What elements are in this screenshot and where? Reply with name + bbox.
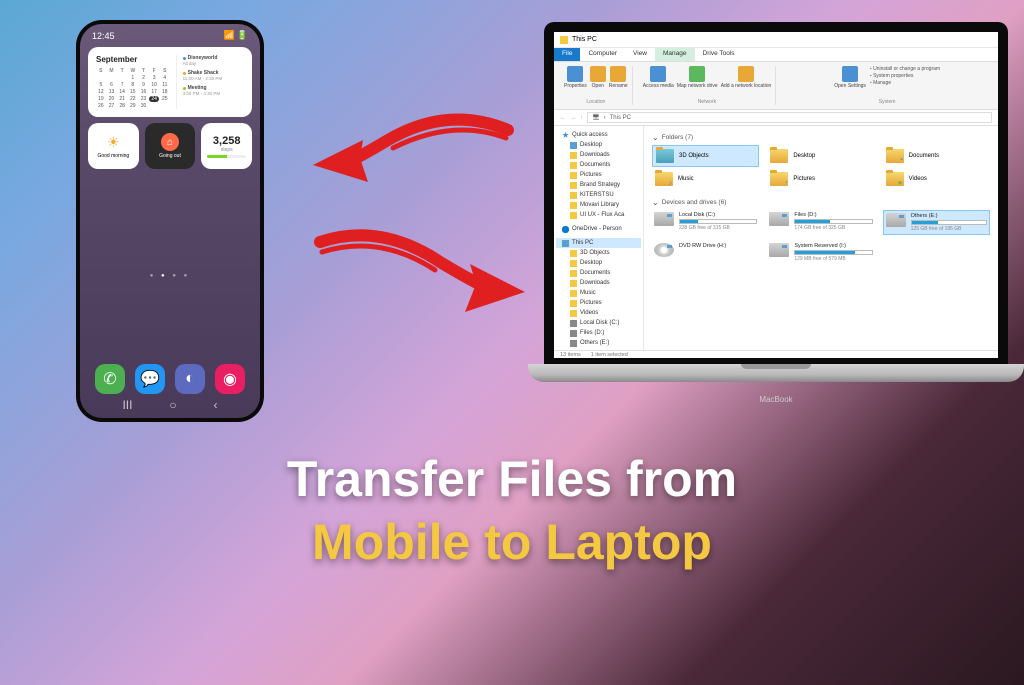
- calendar-grid: SMTWTFS 1234 567891011 12131415161718 19…: [96, 68, 170, 109]
- open-settings-button[interactable]: Open Settings: [834, 66, 866, 89]
- properties-button[interactable]: Properties: [564, 66, 587, 89]
- sidebar-documents[interactable]: Documents: [556, 160, 641, 170]
- sidebar-kiterstsu[interactable]: KITERSTSU: [556, 190, 641, 200]
- nav-forward-icon[interactable]: →: [570, 115, 576, 121]
- sidebar-3d-objects[interactable]: 3D Objects: [556, 248, 641, 258]
- transfer-arrow-left: [308, 110, 528, 200]
- steps-progress: [207, 155, 246, 158]
- window-titlebar: This PC: [554, 32, 998, 48]
- going-out-widget[interactable]: ⌂ Going out: [145, 123, 196, 169]
- ribbon-toolbar: Properties Open Rename Location Access m…: [554, 62, 998, 110]
- status-time: 12:45: [92, 31, 115, 41]
- headline-line1: Transfer Files from: [0, 448, 1024, 511]
- map-drive-button[interactable]: Map network drive: [677, 66, 718, 89]
- tab-file[interactable]: File: [554, 48, 580, 61]
- sidebar-pictures[interactable]: Pictures: [556, 170, 641, 180]
- laptop-brand-label: MacBook: [759, 395, 792, 404]
- add-network-button[interactable]: Add a network location: [721, 66, 772, 89]
- sidebar-drive-d[interactable]: Files (D:): [556, 328, 641, 338]
- tab-drive-tools[interactable]: Drive Tools: [695, 48, 743, 61]
- folder-videos[interactable]: Videos: [883, 169, 990, 189]
- page-indicator: ● ● ● ●: [80, 273, 260, 279]
- devices-section-header[interactable]: Devices and drives (6): [652, 195, 990, 210]
- ribbon-tabs: File Computer View Manage Drive Tools: [554, 48, 998, 62]
- drive-e[interactable]: Others (E:) 125 GB free of 195 GB: [883, 210, 990, 235]
- tab-view[interactable]: View: [625, 48, 655, 61]
- sidebar-movavi[interactable]: Movavi Library: [556, 200, 641, 210]
- calendar-today: 24: [149, 96, 159, 102]
- nav-back-icon[interactable]: ←: [560, 115, 566, 121]
- sun-icon: ☀: [107, 134, 120, 151]
- phone-screen: 12:45 📶🔋 September SMTWTFS 1234 56789101…: [80, 24, 260, 418]
- back-button[interactable]: ‹: [214, 398, 218, 412]
- drive-dvd[interactable]: DVD RW Drive (H:): [652, 241, 759, 264]
- home-button[interactable]: ○: [169, 398, 176, 412]
- file-explorer-window: This PC File Computer View Manage Drive …: [554, 32, 998, 358]
- sidebar-uiux[interactable]: UI UX - Flux Aca: [556, 210, 641, 220]
- system-links: Uninstall or change a program System pro…: [870, 66, 940, 89]
- headline-line2: Mobile to Laptop: [0, 511, 1024, 574]
- nav-up-icon[interactable]: ↑: [580, 115, 583, 121]
- calendar-widget[interactable]: September SMTWTFS 1234 567891011 1213141…: [88, 47, 252, 117]
- folder-pictures[interactable]: Pictures: [767, 169, 874, 189]
- calendar-events: DisneyworldAll day Shake Shack11:00 AM -…: [176, 55, 244, 109]
- phone-app-icon[interactable]: ✆: [95, 364, 125, 394]
- tab-computer[interactable]: Computer: [580, 48, 625, 61]
- headline: Transfer Files from Mobile to Laptop: [0, 448, 1024, 573]
- rename-button[interactable]: Rename: [609, 66, 628, 89]
- phone-dock: ✆ 💬 ◐ ◉: [80, 364, 260, 394]
- sidebar-desktop-2[interactable]: Desktop: [556, 258, 641, 268]
- drive-i[interactable]: System Reserved (I:) 129 MB free of 579 …: [767, 241, 874, 264]
- drive-d[interactable]: Files (D:) 174 GB free of 325 GB: [767, 210, 874, 235]
- sidebar-desktop[interactable]: Desktop: [556, 140, 641, 150]
- drive-c[interactable]: Local Disk (C:) 238 GB free of 315 GB: [652, 210, 759, 235]
- phone-status-bar: 12:45 📶🔋: [80, 24, 260, 43]
- uninstall-link[interactable]: Uninstall or change a program: [870, 66, 940, 73]
- calendar-month: September: [96, 55, 170, 64]
- messages-app-icon[interactable]: 💬: [135, 364, 165, 394]
- explorer-icon: [560, 36, 568, 44]
- phone-nav-bar: III ○ ‹: [80, 398, 260, 412]
- manage-link[interactable]: Manage: [870, 80, 940, 87]
- breadcrumb[interactable]: 🖥 › This PC: [587, 112, 992, 123]
- home-icon: ⌂: [161, 133, 179, 151]
- laptop-base: [528, 364, 1024, 382]
- morning-widget[interactable]: ☀ Good morning: [88, 123, 139, 169]
- steps-widget[interactable]: 3,258 steps: [201, 123, 252, 169]
- sidebar-pictures-2[interactable]: Pictures: [556, 298, 641, 308]
- address-bar: ← → ↑ 🖥 › This PC: [554, 110, 998, 126]
- sidebar-videos[interactable]: Videos: [556, 308, 641, 318]
- transfer-arrow-right: [300, 222, 530, 332]
- folder-3d-objects[interactable]: 3D Objects: [652, 145, 759, 167]
- sidebar-this-pc[interactable]: This PC: [556, 238, 641, 248]
- pc-icon: 🖥: [592, 114, 600, 121]
- sidebar-quick-access[interactable]: Quick access: [556, 130, 641, 140]
- folder-documents[interactable]: Documents: [883, 145, 990, 167]
- smartphone-mockup: 12:45 📶🔋 September SMTWTFS 1234 56789101…: [76, 20, 264, 422]
- system-props-link[interactable]: System properties: [870, 73, 940, 80]
- sidebar-downloads-2[interactable]: Downloads: [556, 278, 641, 288]
- browser-app-icon[interactable]: ◐: [175, 364, 205, 394]
- explorer-sidebar: Quick access Desktop Downloads Documents…: [554, 126, 644, 350]
- access-media-button[interactable]: Access media: [643, 66, 674, 89]
- folder-music[interactable]: Music: [652, 169, 759, 189]
- sidebar-music[interactable]: Music: [556, 288, 641, 298]
- camera-app-icon[interactable]: ◉: [215, 364, 245, 394]
- sidebar-drive-c[interactable]: Local Disk (C:): [556, 318, 641, 328]
- status-icons: 📶🔋: [222, 30, 248, 41]
- sidebar-onedrive[interactable]: OneDrive - Person: [556, 224, 641, 234]
- status-bar: 13 items 1 item selected: [554, 350, 998, 358]
- open-button[interactable]: Open: [590, 66, 606, 89]
- recent-apps-button[interactable]: III: [122, 398, 132, 412]
- sidebar-documents-2[interactable]: Documents: [556, 268, 641, 278]
- sidebar-brand[interactable]: Brand Strategy: [556, 180, 641, 190]
- explorer-main-pane: Folders (7) 3D Objects Desktop Documents…: [644, 126, 998, 350]
- sidebar-drive-e[interactable]: Others (E:): [556, 338, 641, 348]
- tab-manage[interactable]: Manage: [655, 48, 695, 61]
- laptop-mockup: This PC File Computer View Manage Drive …: [528, 22, 1024, 432]
- sidebar-downloads[interactable]: Downloads: [556, 150, 641, 160]
- folders-section-header[interactable]: Folders (7): [652, 130, 990, 145]
- folder-desktop[interactable]: Desktop: [767, 145, 874, 167]
